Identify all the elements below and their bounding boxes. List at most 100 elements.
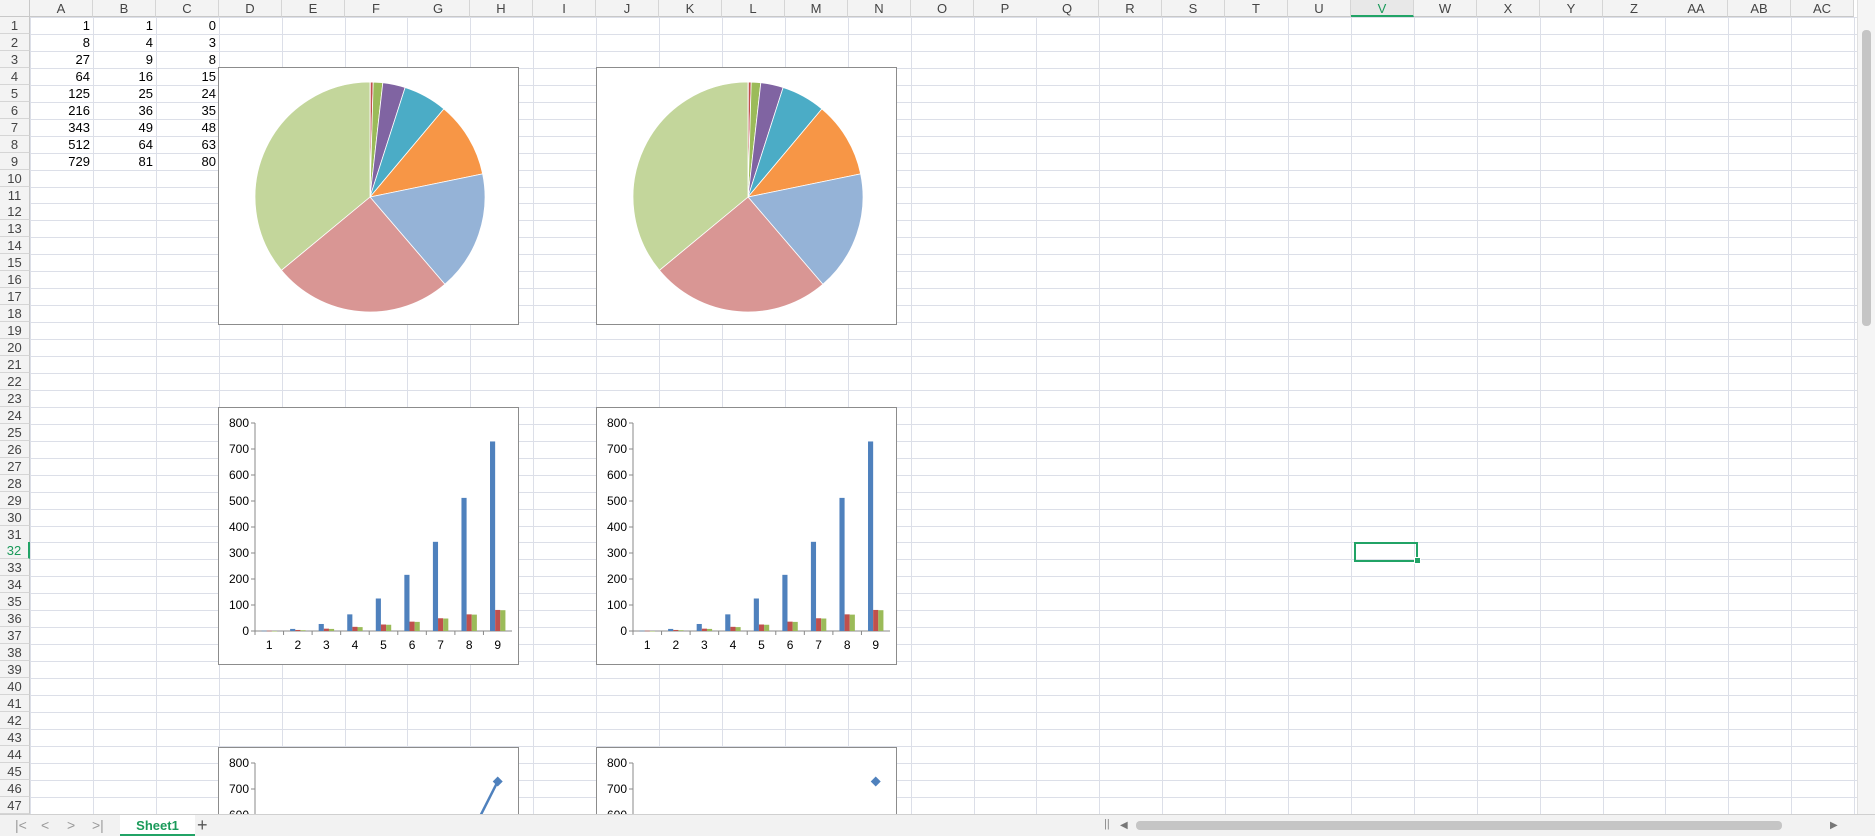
column-header-f[interactable]: F	[345, 0, 408, 17]
row-header-46[interactable]: 46	[0, 780, 30, 797]
row-header-4[interactable]: 4	[0, 68, 30, 85]
chart-6[interactable]: 600700800	[596, 747, 897, 814]
column-header-c[interactable]: C	[156, 0, 219, 17]
row-header-1[interactable]: 1	[0, 17, 30, 34]
row-header-23[interactable]: 23	[0, 390, 30, 407]
cell-a8[interactable]: 512	[30, 136, 93, 153]
row-header-30[interactable]: 30	[0, 509, 30, 526]
column-header-g[interactable]: G	[407, 0, 470, 17]
row-header-12[interactable]: 12	[0, 203, 30, 220]
column-header-v[interactable]: V	[1351, 0, 1414, 17]
active-cell-selection[interactable]	[1354, 542, 1418, 562]
row-header-37[interactable]: 37	[0, 627, 30, 644]
row-header-21[interactable]: 21	[0, 356, 30, 373]
row-header-43[interactable]: 43	[0, 729, 30, 746]
chart-2[interactable]	[596, 67, 897, 325]
row-header-7[interactable]: 7	[0, 119, 30, 136]
chart-3[interactable]: 0 100 200 300 400 500 600 700 800 1 2 3 4 5 6 7 8 9	[218, 407, 519, 665]
column-header-w[interactable]: W	[1414, 0, 1477, 17]
cell-c5[interactable]: 24	[156, 85, 219, 102]
column-header-p[interactable]: P	[974, 0, 1037, 17]
row-header-42[interactable]: 42	[0, 712, 30, 729]
row-header-19[interactable]: 19	[0, 322, 30, 339]
prev-sheet-icon[interactable]: <	[41, 817, 49, 834]
column-header-h[interactable]: H	[470, 0, 533, 17]
chart-4[interactable]: 0 100 200 300 400 500 600 700 800 1 2 3 4 5 6 7 8 9	[596, 407, 897, 665]
row-header-32[interactable]: 32	[0, 542, 30, 559]
cell-a6[interactable]: 216	[30, 102, 93, 119]
cell-a5[interactable]: 125	[30, 85, 93, 102]
column-header-l[interactable]: L	[722, 0, 785, 17]
first-sheet-icon[interactable]: |<	[15, 817, 27, 834]
cell-a3[interactable]: 27	[30, 51, 93, 68]
row-header-5[interactable]: 5	[0, 85, 30, 102]
cell-a9[interactable]: 729	[30, 153, 93, 170]
row-header-40[interactable]: 40	[0, 678, 30, 695]
column-header-r[interactable]: R	[1099, 0, 1162, 17]
cell-a4[interactable]: 64	[30, 68, 93, 85]
column-header-ab[interactable]: AB	[1728, 0, 1791, 17]
row-header-26[interactable]: 26	[0, 441, 30, 458]
column-header-j[interactable]: J	[596, 0, 659, 17]
column-header-a[interactable]: A	[30, 0, 93, 17]
row-header-47[interactable]: 47	[0, 797, 30, 814]
scroll-right-icon[interactable]: ▶	[1830, 819, 1838, 832]
column-header-d[interactable]: D	[219, 0, 282, 17]
cell-a1[interactable]: 1	[30, 17, 93, 34]
column-header-b[interactable]: B	[93, 0, 156, 17]
cell-b6[interactable]: 36	[93, 102, 156, 119]
column-header-z[interactable]: Z	[1603, 0, 1666, 17]
cell-b1[interactable]: 1	[93, 17, 156, 34]
chart-5[interactable]: 600700800	[218, 747, 519, 814]
cell-c3[interactable]: 8	[156, 51, 219, 68]
vertical-scrollbar[interactable]	[1857, 0, 1875, 814]
row-header-22[interactable]: 22	[0, 373, 30, 390]
cell-b5[interactable]: 25	[93, 85, 156, 102]
column-header-t[interactable]: T	[1225, 0, 1288, 17]
column-header-m[interactable]: M	[785, 0, 848, 17]
row-header-8[interactable]: 8	[0, 136, 30, 153]
row-header-28[interactable]: 28	[0, 475, 30, 492]
column-header-i[interactable]: I	[533, 0, 596, 17]
row-header-9[interactable]: 9	[0, 153, 30, 170]
cell-a7[interactable]: 343	[30, 119, 93, 136]
row-header-29[interactable]: 29	[0, 492, 30, 509]
row-header-2[interactable]: 2	[0, 34, 30, 51]
row-header-18[interactable]: 18	[0, 305, 30, 322]
cell-c1[interactable]: 0	[156, 17, 219, 34]
column-header-k[interactable]: K	[659, 0, 722, 17]
cell-b8[interactable]: 64	[93, 136, 156, 153]
column-header-o[interactable]: O	[911, 0, 974, 17]
column-header-y[interactable]: Y	[1540, 0, 1603, 17]
fill-handle[interactable]	[1414, 557, 1421, 564]
row-header-14[interactable]: 14	[0, 237, 30, 254]
column-header-u[interactable]: U	[1288, 0, 1351, 17]
cell-c4[interactable]: 15	[156, 68, 219, 85]
cell-b7[interactable]: 49	[93, 119, 156, 136]
cell-c2[interactable]: 3	[156, 34, 219, 51]
row-header-3[interactable]: 3	[0, 51, 30, 68]
horizontal-scrollbar[interactable]: ◀ ▶	[1112, 819, 1842, 832]
cell-b9[interactable]: 81	[93, 153, 156, 170]
cell-b4[interactable]: 16	[93, 68, 156, 85]
row-header-33[interactable]: 33	[0, 559, 30, 576]
row-header-13[interactable]: 13	[0, 220, 30, 237]
row-header-6[interactable]: 6	[0, 102, 30, 119]
cell-c9[interactable]: 80	[156, 153, 219, 170]
row-header-39[interactable]: 39	[0, 661, 30, 678]
cell-b2[interactable]: 4	[93, 34, 156, 51]
cell-a2[interactable]: 8	[30, 34, 93, 51]
chart-1[interactable]	[218, 67, 519, 325]
row-header-15[interactable]: 15	[0, 254, 30, 271]
column-header-s[interactable]: S	[1162, 0, 1225, 17]
row-header-25[interactable]: 25	[0, 424, 30, 441]
next-sheet-icon[interactable]: >	[67, 817, 75, 834]
cell-b3[interactable]: 9	[93, 51, 156, 68]
row-header-45[interactable]: 45	[0, 763, 30, 780]
column-header-ac[interactable]: AC	[1791, 0, 1854, 17]
cell-c8[interactable]: 63	[156, 136, 219, 153]
cell-c7[interactable]: 48	[156, 119, 219, 136]
horizontal-scroll-thumb[interactable]	[1136, 821, 1782, 830]
spreadsheet-grid[interactable]: A B C D E F G H I J K L M N O P Q R S T U V W X Y Z AA AB AC 1234567…	[0, 0, 1858, 814]
column-header-n[interactable]: N	[848, 0, 911, 17]
